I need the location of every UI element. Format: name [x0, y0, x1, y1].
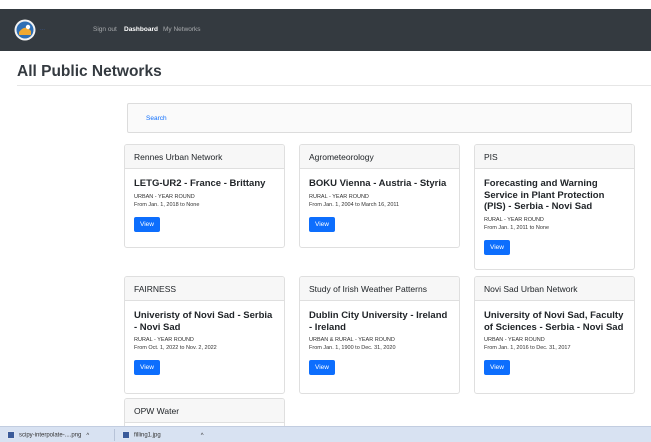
download-item[interactable]: filling1.jpg ^	[122, 431, 204, 441]
network-card: FAIRNESS Univeristy of Novi Sad - Serbia…	[124, 276, 285, 394]
image-file-icon	[122, 431, 130, 439]
card-dates: From Jan. 1, 1900 to Dec. 31, 2020	[309, 345, 396, 351]
card-title: Forecasting and Warning Service in Plant…	[484, 178, 605, 212]
dashboard-link[interactable]: Dashboard	[124, 26, 158, 33]
my-networks-link[interactable]: My Networks	[163, 26, 201, 33]
page-title: All Public Networks	[17, 63, 162, 80]
card-type: URBAN - YEAR ROUND	[484, 337, 545, 343]
download-bar: scipy-interpolate-....png ^ filling1.jpg ^	[0, 426, 651, 442]
card-header: Rennes Urban Network	[125, 145, 284, 169]
card-title: University of Novi Sad, Faculty of Scien…	[484, 310, 624, 333]
card-title: Univeristy of Novi Sad - Serbia - Novi S…	[134, 310, 273, 333]
card-title: LETG-UR2 - France - Brittany	[134, 178, 266, 189]
network-card: PIS Forecasting and Warning Service in P…	[474, 144, 635, 270]
search-box[interactable]: Search	[127, 103, 632, 133]
card-type: RURAL - YEAR ROUND	[134, 337, 194, 343]
card-dates: From Oct. 1, 2022 to Nov. 2, 2022	[134, 345, 217, 351]
card-header: PIS	[475, 145, 634, 169]
card-header: Agrometeorology	[300, 145, 459, 169]
search-link[interactable]: Search	[146, 115, 167, 122]
card-type: RURAL - YEAR ROUND	[309, 193, 369, 200]
network-card: Novi Sad Urban Network University of Nov…	[474, 276, 635, 394]
logo-icon[interactable]	[14, 19, 36, 41]
sign-out-link[interactable]: Sign out	[93, 26, 117, 33]
view-button[interactable]: View	[484, 360, 510, 375]
card-dates: From Jan. 1, 2018 to None	[134, 201, 200, 208]
download-filename: scipy-interpolate-....png	[19, 432, 82, 439]
card-type: URBAN - YEAR ROUND	[134, 193, 195, 200]
navbar: ... Sign out Dashboard My Networks	[0, 9, 651, 51]
view-button[interactable]: View	[484, 239, 510, 255]
view-button[interactable]: View	[134, 360, 160, 375]
chevron-up-icon[interactable]: ^	[86, 433, 89, 439]
card-header: FAIRNESS	[125, 277, 284, 301]
card-type: URBAN & RURAL - YEAR ROUND	[309, 337, 395, 343]
image-file-icon	[7, 431, 15, 439]
network-card: Agrometeorology BOKU Vienna - Austria - …	[299, 144, 460, 248]
network-card: Study of Irish Weather Patterns Dublin C…	[299, 276, 460, 394]
card-title: BOKU Vienna - Austria - Styria	[309, 178, 447, 189]
card-header: Study of Irish Weather Patterns	[300, 277, 459, 301]
chevron-up-icon[interactable]: ^	[201, 433, 204, 439]
card-dates: From Jan. 1, 2011 to None	[484, 224, 550, 231]
card-dates: From Jan. 1, 2016 to Dec. 31, 2017	[484, 345, 571, 351]
view-button[interactable]: View	[309, 216, 335, 232]
title-divider	[17, 85, 651, 86]
view-button[interactable]: View	[309, 360, 335, 375]
card-title: Dublin City University - Ireland - Irela…	[309, 310, 448, 333]
logo-text[interactable]: ...	[40, 26, 45, 32]
network-card: Rennes Urban Network LETG-UR2 - France -…	[124, 144, 285, 248]
card-type: RURAL - YEAR ROUND	[484, 216, 544, 223]
download-item[interactable]: scipy-interpolate-....png ^	[7, 431, 89, 441]
card-dates: From Jan. 1, 2004 to March 16, 2011	[309, 201, 400, 208]
view-button[interactable]: View	[134, 216, 160, 232]
download-divider	[114, 429, 115, 441]
card-header: OPW Water	[125, 399, 284, 423]
download-filename: filling1.jpg	[134, 432, 161, 439]
card-header: Novi Sad Urban Network	[475, 277, 634, 301]
